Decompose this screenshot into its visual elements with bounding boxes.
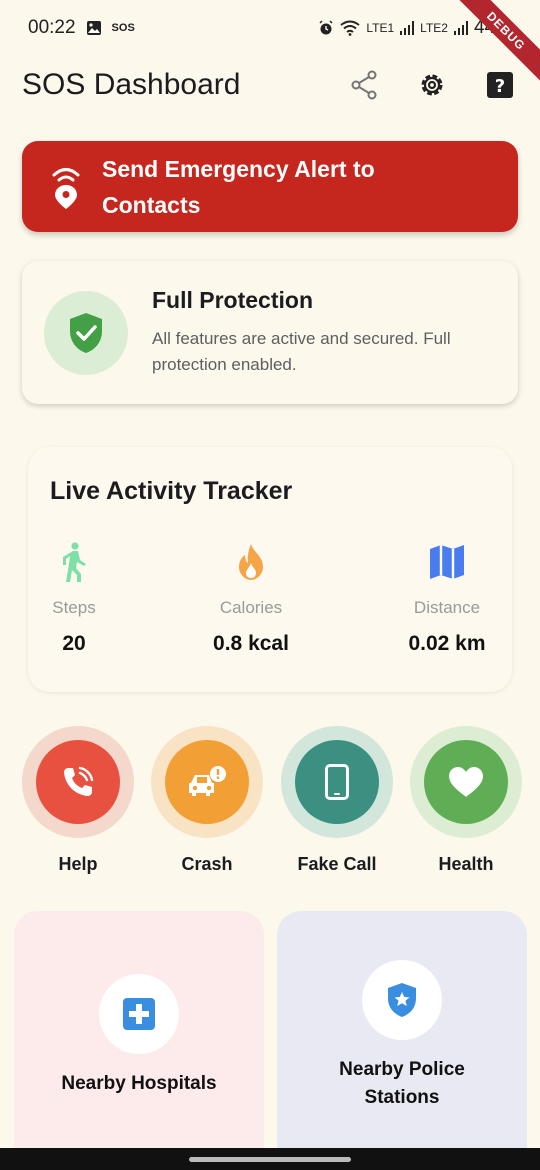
wifi-icon [340,20,360,36]
nearby-hospitals-card[interactable]: Nearby Hospitals [14,911,264,1170]
signal-icon [400,21,415,35]
tracker-title: Live Activity Tracker [50,477,293,505]
status-bar: 00:22 SOS LTE1 LTE2 44% [0,0,540,56]
shield-check-icon [70,312,102,353]
activity-tracker-card: Live Activity Tracker Steps 20 Calories … [28,447,512,692]
metric-distance: Distance 0.02 km [387,542,507,656]
metric-steps: Steps 20 [14,542,134,656]
protection-description: All features are active and secured. Ful… [152,329,451,374]
map-icon [430,545,464,579]
alarm-icon [319,20,333,35]
help-button[interactable]: ? [482,67,518,103]
hospital-cross-icon [123,998,155,1030]
heart-icon [449,767,483,797]
quick-action-label: Fake Call [297,854,377,874]
police-badge-icon [388,983,416,1017]
gear-icon [421,74,443,96]
help-icon: ? [487,72,513,98]
metric-name: Steps [52,598,96,617]
gallery-icon [86,21,101,35]
send-emergency-alert-button[interactable]: Send Emergency Alert to Contacts [22,141,518,232]
page-title: SOS Dashboard [22,68,241,101]
home-gesture-handle[interactable] [189,1157,351,1162]
protection-status-card: Full Protection All features are active … [22,261,518,404]
nearby-card-label: Nearby Police Stations [339,1059,465,1108]
clock: 00:22 [28,17,76,38]
metric-calories: Calories 0.8 kcal [191,542,311,656]
car-crash-icon [189,766,226,796]
walking-icon [63,542,86,582]
system-navigation-bar [0,1148,540,1170]
metric-value: 0.8 kcal [213,632,289,655]
settings-button[interactable] [414,67,450,103]
phone-ringing-icon [64,766,94,796]
flame-icon [239,544,263,580]
protection-badge [44,290,128,375]
share-button[interactable] [346,67,382,103]
quick-action-label: Help [58,854,98,874]
nearby-card-label: Nearby Hospitals [61,1073,217,1094]
nearby-police-stations-card[interactable]: Nearby Police Stations [277,911,527,1170]
health-action-button[interactable]: Health [410,726,522,875]
location-broadcast-icon [52,167,80,209]
smartphone-icon [325,764,349,800]
help-action-button[interactable]: Help [22,726,134,875]
quick-action-label: Health [438,854,494,874]
sim1-label: LTE1 [366,21,395,35]
metric-name: Distance [413,598,481,617]
quick-action-label: Crash [181,854,233,874]
alert-button-label: Send Emergency Alert to Contacts [102,155,375,218]
metric-value: 20 [62,632,86,655]
svg-text:?: ? [495,76,505,97]
fake-call-action-button[interactable]: Fake Call [281,726,393,875]
app-bar: SOS Dashboard ? [0,58,540,112]
protection-title: Full Protection [152,287,313,313]
signal-icon [453,21,468,35]
share-icon [351,70,377,100]
metric-name: Calories [219,598,283,617]
metric-value: 0.02 km [408,632,486,655]
sim2-label: LTE2 [420,21,448,35]
crash-action-button[interactable]: Crash [151,726,263,875]
sos-status-tag: SOS [111,22,135,34]
